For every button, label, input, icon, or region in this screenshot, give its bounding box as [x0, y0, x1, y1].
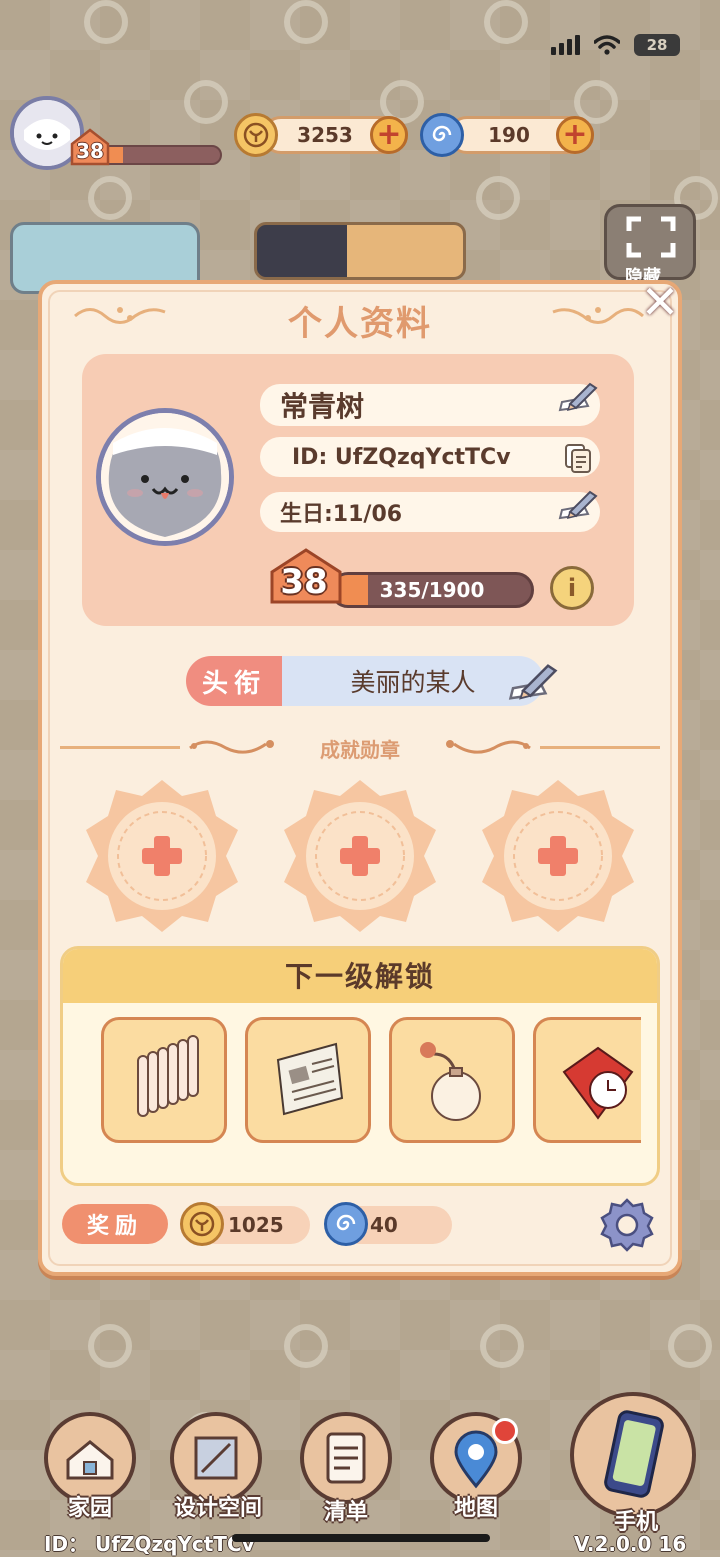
fullscreen-icon — [626, 216, 676, 258]
sun-decoration-icon — [88, 1324, 132, 1368]
sun-decoration-icon — [484, 0, 528, 44]
edit-birthday-pencil-icon[interactable] — [558, 488, 598, 522]
reward-coins-amount: 1025 — [228, 1213, 284, 1237]
player-id: ID: UfZQzqYctTCv — [292, 444, 511, 470]
copy-id-icon[interactable] — [564, 443, 592, 473]
profile-avatar[interactable] — [96, 408, 234, 546]
xp-progress-bar: 335/1900 — [330, 572, 534, 608]
swirl-gem-icon — [420, 113, 464, 157]
gem-amount: 190 — [488, 123, 530, 147]
footer-player-id: ID： UfZQzqYctTCv — [44, 1532, 255, 1556]
ornament-left-icon — [189, 740, 274, 754]
unlock-item-bomb[interactable] — [389, 1017, 515, 1143]
sun-decoration-icon — [184, 80, 228, 124]
sun-decoration-icon — [480, 1324, 524, 1368]
player-level-text: 38 — [76, 139, 104, 163]
achievements-label: 成就勋章 — [320, 738, 400, 762]
info-button[interactable]: i — [550, 566, 594, 610]
nav-design-label: 设计空间 — [173, 1496, 262, 1521]
profile-level-text: 38 — [280, 562, 328, 602]
sun-decoration-icon — [284, 1324, 328, 1368]
unlock-items-row[interactable] — [101, 1017, 641, 1147]
reward-label: 奖励 — [62, 1204, 168, 1244]
add-coins-button[interactable]: + — [370, 116, 408, 154]
design-ruler-icon — [194, 1436, 238, 1480]
sun-decoration-icon — [476, 176, 520, 220]
unlock-item-newspaper[interactable] — [245, 1017, 371, 1143]
nav-map-label: 地图 — [453, 1496, 498, 1521]
birthday-field: 生日:11/06 — [260, 492, 600, 532]
unlock-item-alarm-clock[interactable] — [533, 1017, 641, 1143]
reward-gems-amount: 40 — [370, 1213, 398, 1237]
unlock-header: 下一级解锁 — [63, 949, 657, 1003]
cat-avatar-icon — [101, 413, 229, 541]
status-bar: 28 — [551, 34, 680, 56]
sun-decoration-icon — [84, 0, 128, 44]
player-name-field: 常青树 — [260, 384, 600, 426]
coin-icon — [234, 113, 278, 157]
house-icon — [66, 1440, 114, 1480]
bomb-icon — [420, 1042, 481, 1121]
alarm-clock-icon — [562, 1046, 634, 1120]
edit-name-pencil-icon[interactable] — [558, 380, 598, 414]
version-text: V.2.0.0 16 — [574, 1532, 687, 1556]
ornament-right-icon — [446, 740, 531, 754]
weather-panel[interactable] — [254, 222, 466, 280]
swirl-gem-icon — [324, 1202, 368, 1246]
sun-decoration-icon — [88, 176, 132, 220]
wifi-icon — [594, 35, 620, 55]
edit-title-pencil-icon[interactable] — [508, 660, 558, 704]
achievement-slot-add-icon[interactable] — [478, 776, 638, 936]
dialog-title: 个人资料 — [288, 304, 432, 344]
nav-phone-button[interactable] — [570, 1392, 696, 1518]
divider-right — [540, 746, 660, 749]
title-value: 美丽的某人 — [282, 656, 544, 706]
nav-home-label: 家园 — [67, 1496, 112, 1521]
hide-ui-button[interactable]: 隐藏 — [604, 204, 696, 288]
home-indicator[interactable] — [232, 1534, 490, 1542]
xp-progress-text: 335/1900 — [379, 578, 485, 602]
newspaper-icon — [276, 1042, 344, 1116]
next-level-unlock-panel: 下一级解锁 — [60, 946, 660, 1186]
signal-icon — [551, 35, 580, 55]
achievement-slot-add-icon[interactable] — [280, 776, 440, 936]
player-name: 常青树 — [280, 390, 365, 423]
map-notification-dot — [492, 1418, 518, 1444]
birthday-text: 生日:11/06 — [280, 502, 403, 527]
radiator-icon — [137, 1035, 199, 1117]
battery-indicator: 28 — [634, 34, 680, 56]
coin-icon — [180, 1202, 224, 1246]
title-tag-label: 头衔 — [186, 656, 282, 706]
settings-gear-icon[interactable] — [598, 1196, 656, 1254]
nav-list-label: 清单 — [323, 1500, 368, 1525]
sun-decoration-icon — [284, 0, 328, 44]
player-id-field: ID: UfZQzqYctTCv — [260, 437, 600, 477]
sun-decoration-icon — [668, 1324, 712, 1368]
nav-list-button[interactable] — [300, 1412, 392, 1504]
coin-amount: 3253 — [297, 123, 353, 147]
player-xp-bar — [100, 145, 222, 165]
unlock-item-radiator[interactable] — [101, 1017, 227, 1143]
checklist-icon — [326, 1432, 366, 1484]
achievement-slot-add-icon[interactable] — [82, 776, 242, 936]
phone-icon — [604, 1410, 664, 1498]
divider-left — [60, 746, 180, 749]
add-gems-button[interactable]: + — [556, 116, 594, 154]
